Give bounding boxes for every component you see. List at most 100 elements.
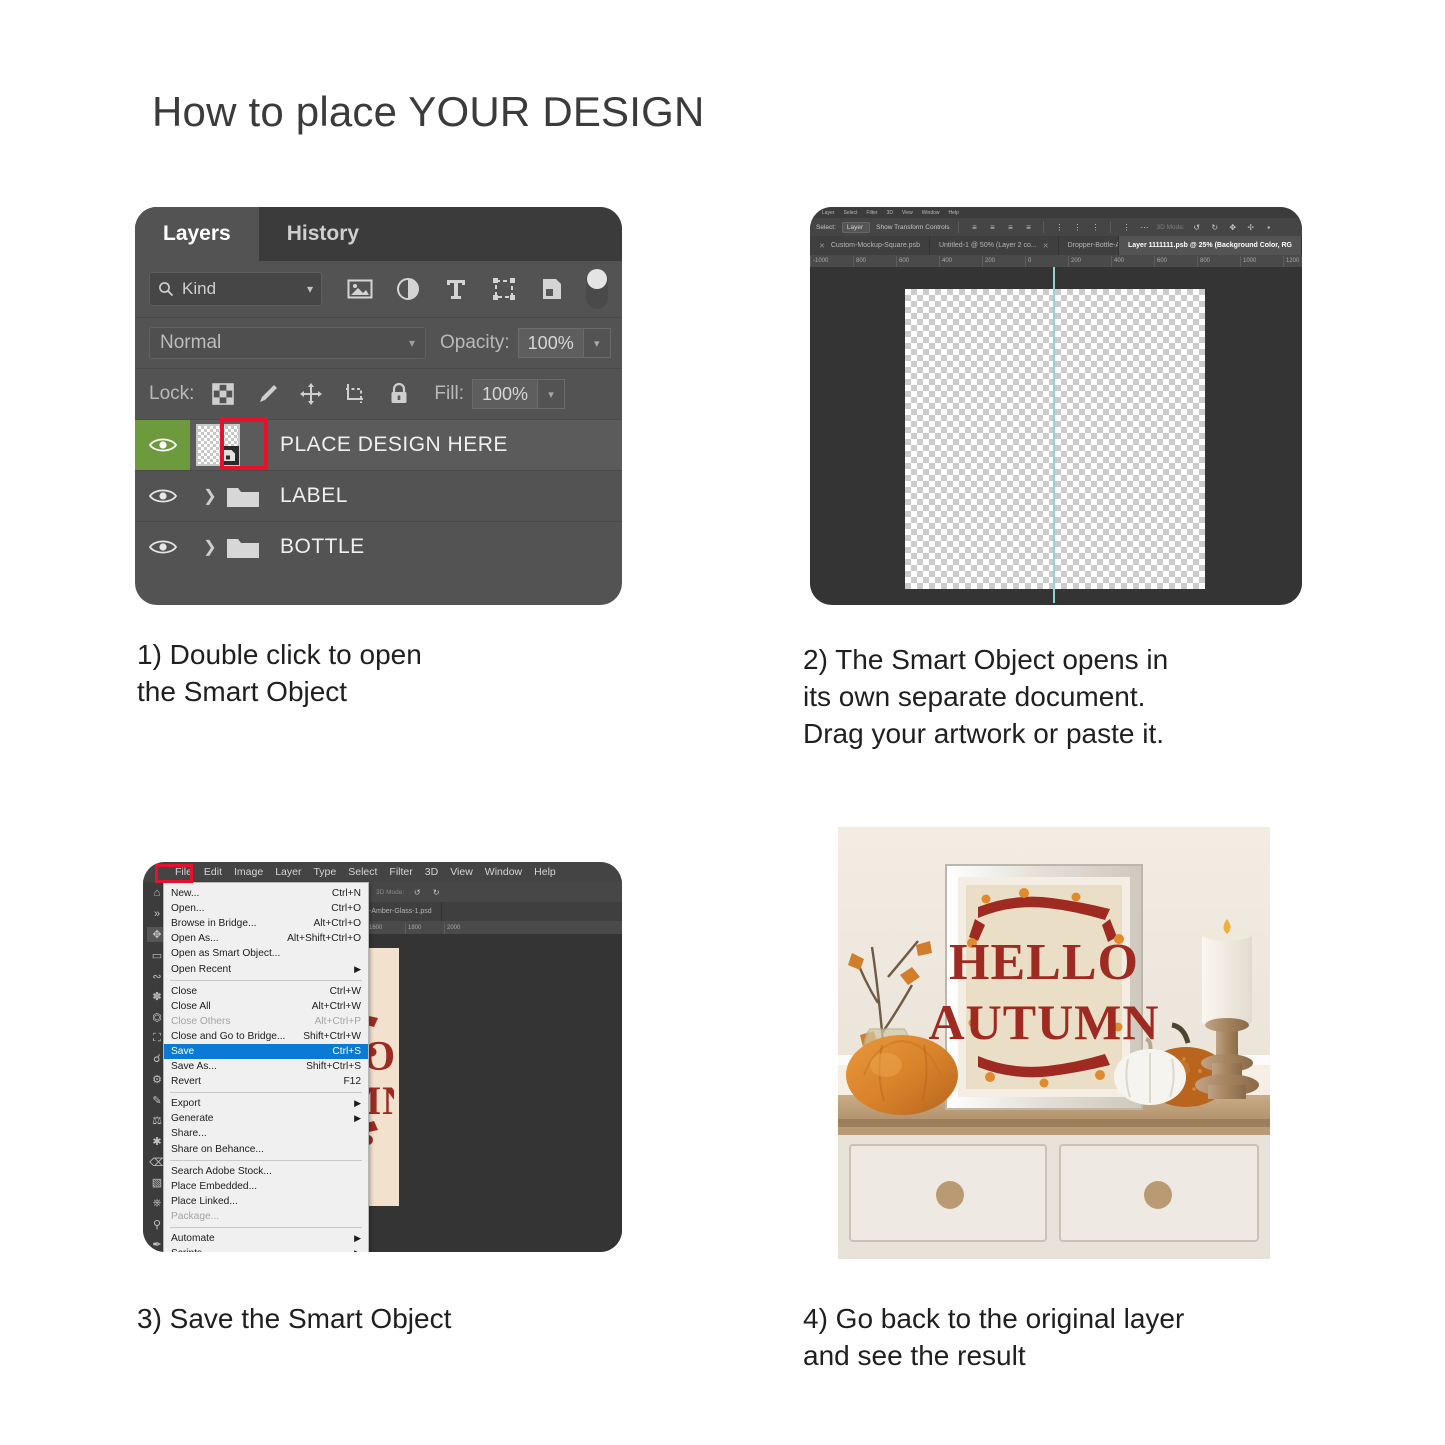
- align-right-edges-icon[interactable]: ≡: [1004, 221, 1016, 233]
- roll-3d-icon[interactable]: ↻: [430, 886, 442, 898]
- align-top-edges-icon[interactable]: ≡: [1022, 221, 1034, 233]
- align-horizontal-centers-icon[interactable]: ≡: [986, 221, 998, 233]
- opacity-value[interactable]: 100%: [517, 328, 584, 358]
- menu-item-layer[interactable]: Layer: [275, 866, 301, 878]
- lock-transparent-pixels-icon[interactable]: [210, 381, 236, 407]
- menu-item-window[interactable]: Window: [922, 210, 940, 216]
- layer-row-label[interactable]: ❯ LABEL: [135, 470, 622, 521]
- adjustment-layer-icon[interactable]: [384, 271, 432, 307]
- file-dropdown-menu[interactable]: New... Ctrl+N Open... Ctrl+O Browse in Bri…: [163, 882, 369, 1252]
- layer-visibility-toggle[interactable]: [135, 420, 190, 470]
- menu-option-close-all[interactable]: Close All Alt+Ctrl+W: [164, 999, 368, 1014]
- menu-option-open-recent[interactable]: Open Recent ▶: [164, 961, 368, 976]
- more-options-icon[interactable]: ⋯: [1138, 221, 1150, 233]
- distribute-center-icon[interactable]: ⋮: [1071, 221, 1083, 233]
- menu-option-share[interactable]: Share...: [164, 1126, 368, 1141]
- opacity-stepper-caret[interactable]: ▾: [583, 328, 611, 358]
- scale-3d-icon[interactable]: ▪: [1263, 221, 1275, 233]
- submenu-arrow-icon: ▶: [354, 1248, 361, 1252]
- menu-option-browse-in-bridge[interactable]: Browse in Bridge... Alt+Ctrl+O: [164, 916, 368, 931]
- shape-layer-icon[interactable]: [480, 271, 528, 307]
- pixel-layer-icon[interactable]: [336, 271, 384, 307]
- canvas-area[interactable]: [810, 267, 1302, 603]
- tab-history[interactable]: History: [259, 207, 387, 261]
- document-tab-custom-mockup[interactable]: ✕ Custom-Mockup-Square.psb: [810, 236, 930, 255]
- menu-option-open-as-smart-object[interactable]: Open as Smart Object...: [164, 946, 368, 961]
- type-layer-icon[interactable]: [432, 271, 480, 307]
- menu-item-edit[interactable]: Edit: [204, 866, 222, 878]
- menu-item-filter[interactable]: Filter: [866, 210, 877, 216]
- menu-item-help[interactable]: Help: [949, 210, 959, 216]
- transparent-canvas[interactable]: [905, 289, 1205, 589]
- file-menu-screenshot: File Edit Image Layer Type Select Filter…: [143, 862, 622, 1252]
- menu-option-automate[interactable]: Automate ▶: [164, 1231, 368, 1246]
- layer-visibility-toggle[interactable]: [135, 471, 190, 521]
- menu-option-close-and-go-to-bridge[interactable]: Close and Go to Bridge... Shift+Ctrl+W: [164, 1029, 368, 1044]
- pan-3d-icon[interactable]: ✥: [1227, 221, 1239, 233]
- menu-option-open-as[interactable]: Open As... Alt+Shift+Ctrl+O: [164, 931, 368, 946]
- menu-item-window[interactable]: Window: [485, 866, 522, 878]
- menu-option-place-embedded[interactable]: Place Embedded...: [164, 1179, 368, 1194]
- document-tab-dropper-bottle[interactable]: Dropper-Bottle-Amber-Glass-Plastic-Lid-1…: [1058, 236, 1119, 255]
- auto-select-dropdown[interactable]: Layer: [841, 221, 871, 233]
- document-tab-untitled-1[interactable]: Untitled-1 @ 50% (Layer 2 co... ✕: [929, 236, 1059, 255]
- menu-item-view[interactable]: View: [450, 866, 473, 878]
- chevron-right-icon[interactable]: ❯: [196, 486, 224, 506]
- menu-item-select[interactable]: Select: [348, 866, 377, 878]
- show-transform-checkbox-label[interactable]: Show Transform Controls: [876, 224, 949, 231]
- roll-3d-icon[interactable]: ↻: [1209, 221, 1221, 233]
- document-tab-layer-1111111[interactable]: Layer 1111111.psb @ 25% (Background Colo…: [1118, 236, 1302, 255]
- menu-option-generate[interactable]: Generate ▶: [164, 1111, 368, 1126]
- ruler-tick: 400: [1111, 256, 1154, 267]
- lock-all-icon[interactable]: [386, 381, 412, 407]
- distribute-bottom-icon[interactable]: ⋮: [1089, 221, 1101, 233]
- step-1-caption: 1) Double click to open the Smart Object: [137, 639, 422, 708]
- svg-text:AUTUMN: AUTUMN: [929, 994, 1160, 1050]
- lock-artboard-nesting-icon[interactable]: [342, 381, 368, 407]
- layer-row-place-design-here[interactable]: PLACE DESIGN HERE: [135, 418, 622, 470]
- smart-object-icon[interactable]: [528, 271, 576, 307]
- blend-mode-dropdown[interactable]: Normal ▾: [149, 327, 426, 359]
- fill-value[interactable]: 100%: [471, 379, 538, 409]
- layer-row-bottle[interactable]: ❯ BOTTLE: [135, 521, 622, 572]
- menu-item-select[interactable]: Select: [844, 210, 858, 216]
- menu-item-layer[interactable]: Layer: [822, 210, 835, 216]
- menu-option-save-as[interactable]: Save As... Shift+Ctrl+S: [164, 1059, 368, 1074]
- layer-visibility-toggle[interactable]: [135, 522, 190, 572]
- close-icon[interactable]: ✕: [1043, 242, 1049, 250]
- menu-item-3d[interactable]: 3D: [425, 866, 438, 878]
- menu-item-type[interactable]: Type: [313, 866, 336, 878]
- close-icon[interactable]: ✕: [819, 242, 825, 250]
- rotate-3d-icon[interactable]: ↺: [411, 886, 423, 898]
- menu-option-close[interactable]: Close Ctrl+W: [164, 984, 368, 999]
- filter-kind-dropdown[interactable]: Kind ▾: [149, 272, 322, 306]
- fill-stepper-caret[interactable]: ▾: [537, 379, 565, 409]
- filter-enable-toggle[interactable]: [586, 269, 608, 309]
- menu-option-search-adobe-stock[interactable]: Search Adobe Stock...: [164, 1164, 368, 1179]
- menu-item-image[interactable]: Image: [234, 866, 263, 878]
- align-left-edges-icon[interactable]: ≡: [968, 221, 980, 233]
- menu-option-new[interactable]: New... Ctrl+N: [164, 886, 368, 901]
- distribute-top-icon[interactable]: ⋮: [1053, 221, 1065, 233]
- tab-layers[interactable]: Layers: [135, 207, 259, 261]
- menu-item-help[interactable]: Help: [534, 866, 556, 878]
- menu-option-save[interactable]: Save Ctrl+S: [164, 1043, 368, 1060]
- menu-option-label: Save As...: [171, 1061, 217, 1073]
- menu-item-filter[interactable]: Filter: [389, 866, 412, 878]
- rotate-3d-icon[interactable]: ↺: [1191, 221, 1203, 233]
- slide-3d-icon[interactable]: ✢: [1245, 221, 1257, 233]
- distribute-spacing-icon[interactable]: ⋮: [1120, 221, 1132, 233]
- lock-image-pixels-icon[interactable]: [254, 381, 280, 407]
- opacity-label: Opacity:: [440, 332, 510, 353]
- menu-option-scripts[interactable]: Scripts ▶: [164, 1246, 368, 1252]
- menu-option-place-linked[interactable]: Place Linked...: [164, 1194, 368, 1209]
- menu-option-share-on-behance[interactable]: Share on Behance...: [164, 1142, 368, 1157]
- menu-option-export[interactable]: Export ▶: [164, 1096, 368, 1111]
- chevron-right-icon[interactable]: ❯: [196, 537, 224, 557]
- document-tab-label: Custom-Mockup-Square.psb: [830, 242, 920, 249]
- menu-option-open[interactable]: Open... Ctrl+O: [164, 901, 368, 916]
- menu-item-view[interactable]: View: [902, 210, 913, 216]
- lock-position-icon[interactable]: [298, 381, 324, 407]
- menu-item-3d[interactable]: 3D: [887, 210, 893, 216]
- menu-option-revert[interactable]: Revert F12: [164, 1074, 368, 1089]
